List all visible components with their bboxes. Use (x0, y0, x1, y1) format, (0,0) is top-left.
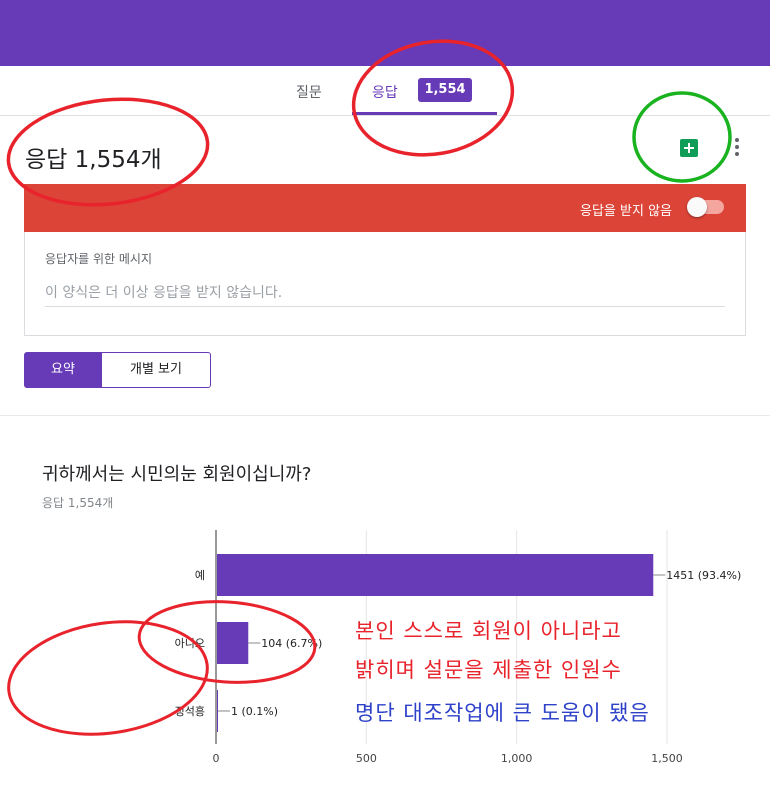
x-tick-label: 1,000 (501, 752, 533, 765)
message-field[interactable]: 이 양식은 더 이상 응답을 받지 않습니다. (45, 282, 725, 307)
question-title: 귀하께서는 시민의눈 회원이십니까? (42, 464, 312, 485)
category-label: 예 (195, 569, 205, 582)
annotation-overlay (6, 39, 732, 207)
x-tick-label: 0 (213, 752, 220, 765)
divider (0, 415, 770, 416)
question-response-count: 응답 1,554개 (42, 496, 114, 510)
respondent-message-card: 응답자를 위한 메시지 이 양식은 더 이상 응답을 받지 않습니다. (24, 232, 746, 336)
bar-1 (217, 622, 249, 664)
bar-2 (217, 690, 218, 732)
annotation-line-3: 명단 대조작업에 큰 도움이 됐음 (355, 701, 650, 725)
data-label: 1451 (93.4%) (666, 569, 741, 582)
data-label: 1 (0.1%) (231, 705, 278, 718)
bar-0 (217, 554, 654, 596)
summary-button[interactable]: 요약 (24, 352, 102, 388)
x-tick-label: 500 (356, 752, 377, 765)
x-tick-label: 1,500 (651, 752, 683, 765)
individual-view-button[interactable]: 개별 보기 (101, 352, 211, 388)
annotation-line-1: 본인 스스로 회원이 아니라고 (355, 619, 622, 643)
annotation-line-2: 밝히며 설문을 제출한 인원수 (355, 658, 622, 682)
message-label: 응답자를 위한 메시지 (45, 252, 152, 266)
